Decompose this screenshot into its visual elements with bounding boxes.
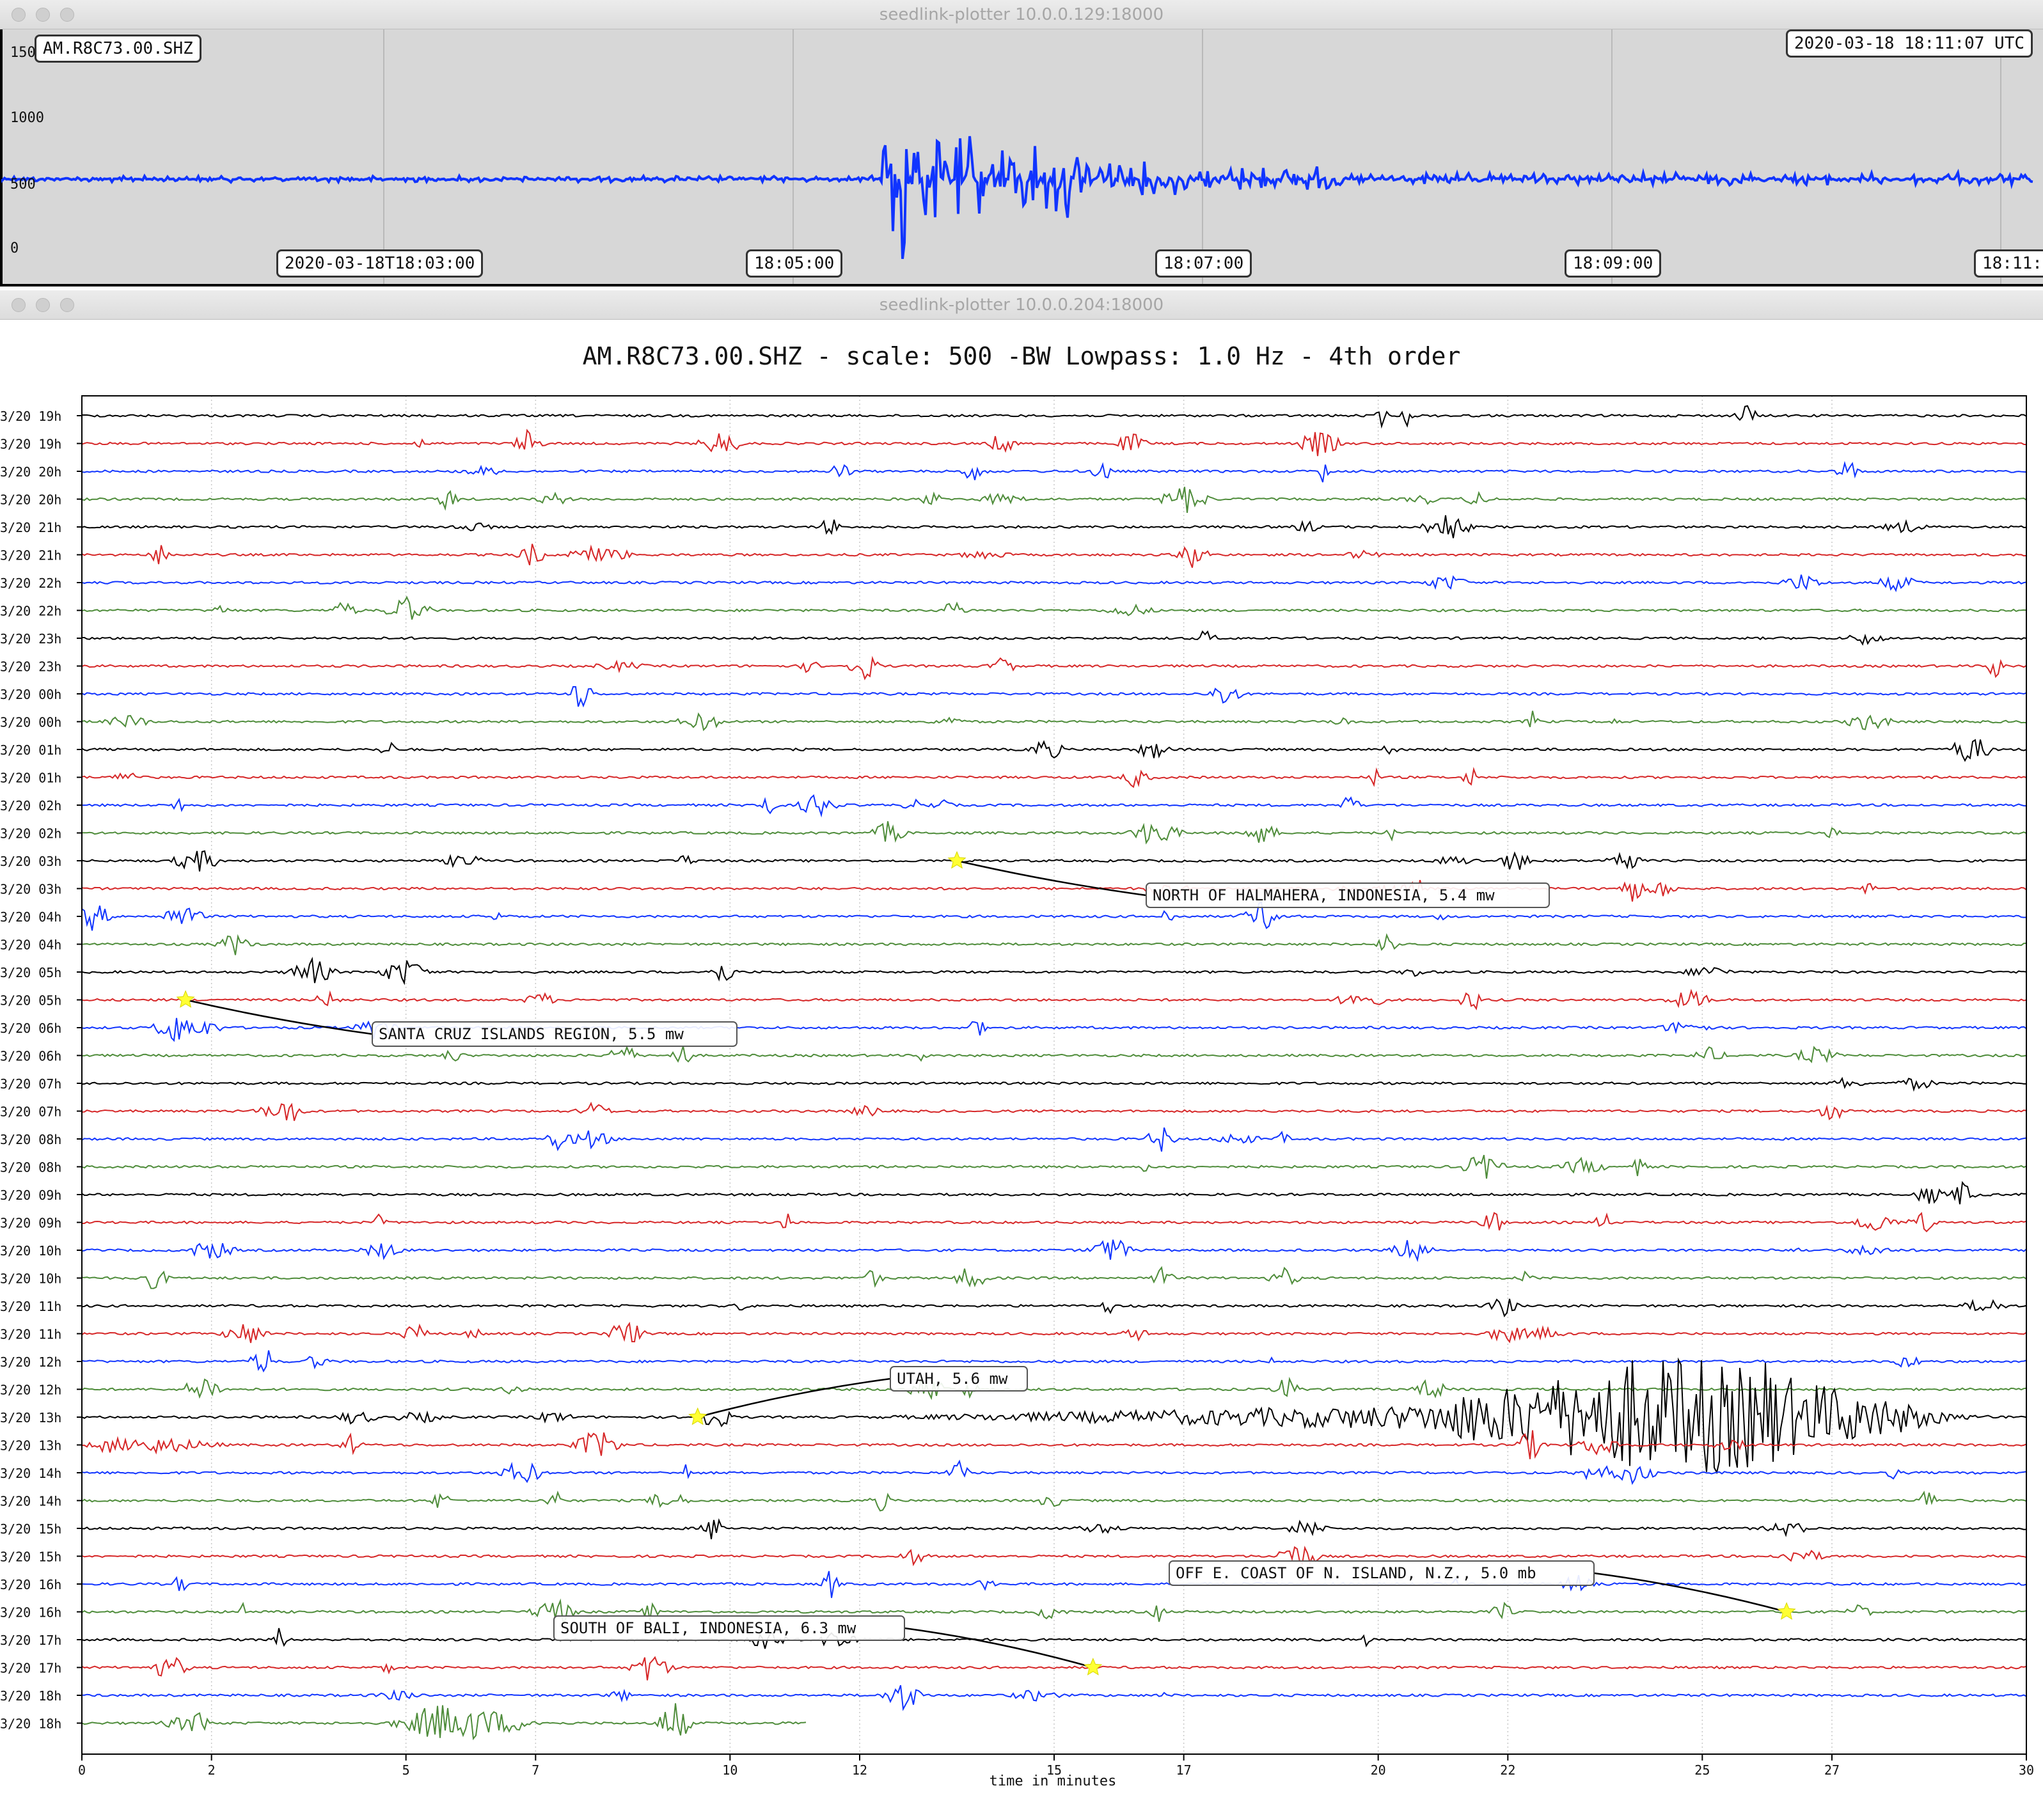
top-window-title: seedlink-plotter 10.0.0.129:18000 xyxy=(879,5,1164,24)
top-window: seedlink-plotter 10.0.0.129:18000 1500 1… xyxy=(0,0,2043,286)
realtime-seismogram-plot xyxy=(0,29,2043,286)
time-tick-label: 2020-03-18T18:03:00 xyxy=(276,249,484,278)
top-y-tick-0: 0 xyxy=(10,240,19,256)
time-tick-label: 18:07:00 xyxy=(1155,249,1252,278)
timestamp-label: 2020-03-18 18:11:07 UTC xyxy=(1785,29,2033,58)
top-window-titlebar[interactable]: seedlink-plotter 10.0.0.129:18000 xyxy=(0,0,2043,29)
bottom-window: seedlink-plotter 10.0.0.204:18000 xyxy=(0,290,2043,1820)
time-tick-label: 18:09:00 xyxy=(1565,249,1662,278)
plot-title: AM.R8C73.00.SHZ - scale: 500 -BW Lowpass… xyxy=(582,342,1461,370)
bottom-window-titlebar[interactable]: seedlink-plotter 10.0.0.204:18000 xyxy=(0,290,2043,320)
time-tick-label: 18:05:00 xyxy=(746,249,843,278)
top-y-tick-500: 500 xyxy=(10,177,36,192)
bottom-window-title: seedlink-plotter 10.0.0.204:18000 xyxy=(879,295,1164,315)
station-label: AM.R8C73.00.SHZ xyxy=(35,35,201,63)
time-tick-label: 18:11: xyxy=(1974,249,2043,278)
top-y-tick-1000: 1000 xyxy=(10,110,44,126)
